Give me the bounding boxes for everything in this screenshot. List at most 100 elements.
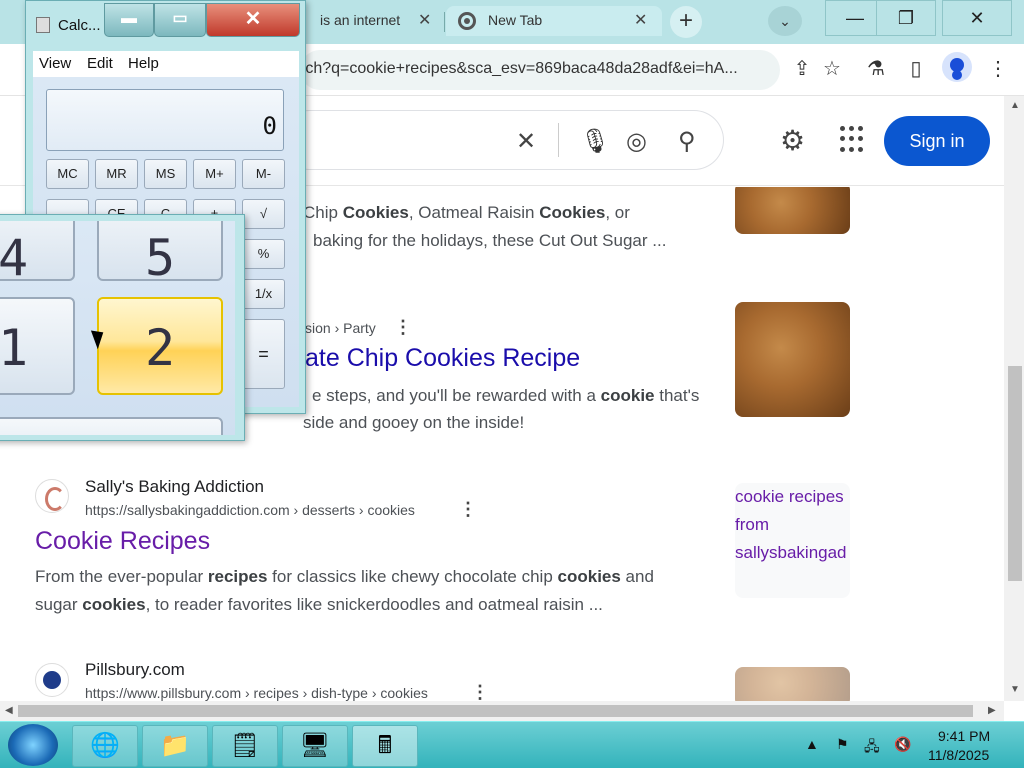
cookie-thumbnail[interactable]: [735, 187, 850, 234]
labs-flask-icon[interactable]: ⚗: [862, 56, 890, 81]
key-percent[interactable]: %: [242, 239, 285, 269]
tab-internet[interactable]: is an internet ✕: [300, 6, 440, 36]
maximize-button[interactable]: ▭: [154, 3, 206, 37]
camera-lens-icon[interactable]: ◎: [626, 127, 647, 156]
minimize-button[interactable]: ▬: [104, 3, 154, 37]
gear-icon[interactable]: ⚙: [780, 124, 805, 157]
result-snippet: Chip Cookies, Oatmeal Raisin Cookies, or: [303, 203, 630, 222]
windows-taskbar: 🌐 📁 🗒 🖥 🖩 ▲ ⚑ 🖧 🔇 9:41 PM 11/8/2025: [0, 721, 1024, 768]
more-options-icon[interactable]: ⋮: [394, 317, 412, 338]
volume-muted-icon[interactable]: 🔇: [894, 736, 911, 753]
tab-search-button[interactable]: ⌄: [768, 6, 802, 36]
scroll-down-icon[interactable]: ▼: [1010, 684, 1020, 695]
result-snippet: side and gooey on the inside!: [303, 413, 525, 432]
network-icon[interactable]: 🖧: [864, 736, 880, 760]
site-name[interactable]: Sally's Baking Addiction: [85, 477, 264, 497]
calculator-titlebar[interactable]: Calc... ▬ ▭ ✕: [26, 1, 305, 45]
key-2[interactable]: 2: [97, 297, 223, 395]
tab-separator: [444, 12, 445, 32]
calculator-zoom-body: 4 5 1 2: [0, 221, 235, 435]
key-sqrt[interactable]: √: [242, 199, 285, 229]
key-5[interactable]: 5: [97, 221, 223, 287]
share-icon[interactable]: ⇪: [788, 56, 816, 81]
address-bar[interactable]: rch?q=cookie+recipes&sca_esv=869baca48da…: [300, 50, 780, 90]
clear-icon[interactable]: ✕: [516, 127, 536, 156]
image-alt-text: cookie recipes from sallysbakingad: [735, 487, 847, 562]
site-favicon: [35, 663, 69, 697]
vertical-scrollbar[interactable]: ▲ ▼: [1004, 96, 1024, 701]
key-4[interactable]: 4: [0, 221, 75, 287]
calculator-display: 0: [46, 89, 284, 151]
apps-grid-icon[interactable]: [840, 126, 868, 154]
key-0[interactable]: [0, 417, 223, 435]
broken-image-thumbnail[interactable]: cookie recipes from sallysbakingad: [735, 483, 850, 598]
key-m-minus[interactable]: M-: [242, 159, 285, 189]
new-tab-button[interactable]: +: [670, 6, 702, 38]
key-ms[interactable]: MS: [144, 159, 187, 189]
scrollbar-thumb[interactable]: [1008, 366, 1022, 581]
tab-title: New Tab: [488, 12, 543, 28]
horizontal-scrollbar[interactable]: ◀ ▶: [0, 701, 1004, 721]
browser-menu-icon[interactable]: ⋮: [984, 56, 1012, 81]
key-equals[interactable]: =: [242, 319, 285, 389]
clock-date[interactable]: 11/8/2025: [928, 747, 989, 763]
window-title: Calc...: [58, 17, 101, 34]
close-window-button[interactable]: ✕: [942, 0, 1012, 36]
search-icon[interactable]: ⚲: [678, 127, 696, 156]
side-panel-icon[interactable]: ▯: [902, 56, 930, 81]
start-button[interactable]: [8, 724, 58, 766]
menu-help[interactable]: Help: [128, 55, 159, 72]
close-button[interactable]: ✕: [206, 3, 300, 37]
more-options-icon[interactable]: ⋮: [471, 682, 489, 701]
scrollbar-thumb[interactable]: [18, 705, 973, 717]
site-name[interactable]: Pillsbury.com: [85, 660, 185, 680]
site-favicon: [35, 479, 69, 513]
taskbar-calculator-icon[interactable]: 🖩: [352, 725, 418, 767]
key-1[interactable]: 1: [0, 297, 75, 395]
maximize-button[interactable]: ❐: [876, 0, 936, 36]
result-url[interactable]: https://www.pillsbury.com › recipes › di…: [85, 685, 428, 701]
taskbar-remote-desktop-icon[interactable]: 🖥: [282, 725, 348, 767]
taskbar-file-explorer-icon[interactable]: 📁: [142, 725, 208, 767]
scroll-left-icon[interactable]: ◀: [5, 705, 13, 716]
tab-title: is an internet: [320, 12, 401, 28]
cookie-thumbnail[interactable]: [735, 667, 850, 701]
key-mr[interactable]: MR: [95, 159, 138, 189]
scroll-up-icon[interactable]: ▲: [1010, 100, 1020, 111]
calculator-zoom-window[interactable]: 4 5 1 2: [0, 214, 245, 441]
display-value: 0: [262, 112, 277, 140]
more-options-icon[interactable]: ⋮: [459, 499, 477, 520]
close-icon[interactable]: ✕: [418, 10, 431, 30]
result-snippet: e steps, and you'll be rewarded with a c…: [312, 386, 700, 405]
profile-avatar-icon[interactable]: [942, 52, 972, 82]
key-mc[interactable]: MC: [46, 159, 89, 189]
result-url[interactable]: https://sallysbakingaddiction.com › dess…: [85, 502, 415, 518]
close-icon[interactable]: ✕: [634, 10, 647, 30]
result-snippet: baking for the holidays, these Cut Out S…: [313, 231, 667, 250]
menu-view[interactable]: View: [39, 55, 71, 72]
action-center-flag-icon[interactable]: ⚑: [836, 736, 849, 753]
scroll-right-icon[interactable]: ▶: [988, 705, 996, 716]
result-title-link[interactable]: Cookie Recipes: [35, 527, 210, 556]
clock-time[interactable]: 9:41 PM: [938, 728, 990, 744]
result-snippet: From the ever-popular recipes for classi…: [35, 567, 654, 586]
microphone-icon[interactable]: 🎙: [580, 127, 610, 156]
address-text: rch?q=cookie+recipes&sca_esv=869baca48da…: [300, 60, 738, 77]
menu-edit[interactable]: Edit: [87, 55, 113, 72]
sign-in-button[interactable]: Sign in: [884, 116, 990, 166]
search-divider: [558, 123, 559, 157]
calculator-icon: [36, 17, 50, 33]
show-hidden-icons-icon[interactable]: ▲: [805, 736, 819, 752]
result-snippet: sugar cookies, to reader favorites like …: [35, 595, 603, 614]
taskbar-sticky-notes-icon[interactable]: 🗒: [212, 725, 278, 767]
cookie-thumbnail[interactable]: [735, 302, 850, 417]
tab-new-tab[interactable]: New Tab ✕: [446, 6, 662, 36]
taskbar-internet-explorer-icon[interactable]: 🌐: [72, 725, 138, 767]
key-reciprocal[interactable]: 1/x: [242, 279, 285, 309]
chrome-icon: [458, 12, 476, 30]
search-input[interactable]: ✕ 🎙 ◎ ⚲: [280, 110, 724, 170]
bookmark-star-icon[interactable]: ☆: [818, 56, 846, 81]
calculator-menubar: View Edit Help: [33, 51, 299, 77]
key-m-plus[interactable]: M+: [193, 159, 236, 189]
result-title-link[interactable]: ate Chip Cookies Recipe: [305, 344, 580, 373]
